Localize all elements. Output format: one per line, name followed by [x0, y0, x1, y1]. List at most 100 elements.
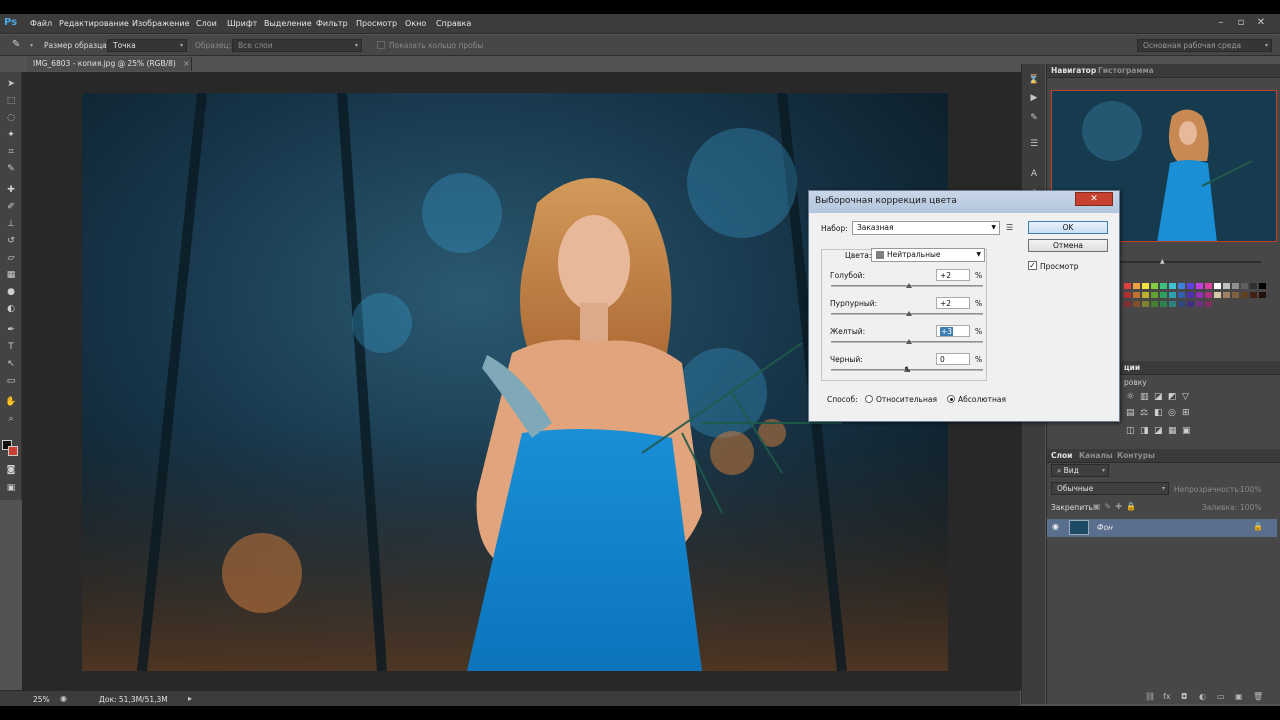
sample-select[interactable]: Все слои ▾ [232, 39, 362, 52]
yellow-value-field[interactable]: +3 [936, 325, 970, 337]
curves-icon[interactable]: ◪ [1154, 392, 1163, 402]
actions-panel-icon[interactable]: ▶ [1027, 92, 1041, 104]
new-group-icon[interactable]: ▭ [1217, 692, 1225, 701]
tab-navigator[interactable]: Навигатор [1051, 66, 1096, 75]
brightness-icon[interactable]: ☼ [1126, 392, 1134, 402]
posterize-icon[interactable]: ◨ [1140, 426, 1149, 436]
tab-histogram[interactable]: Гистограмма [1098, 66, 1154, 75]
document-tab[interactable]: IMG_6803 - копия.jpg @ 25% (RGB/8) × [27, 57, 192, 71]
magenta-thumb[interactable] [905, 311, 912, 316]
gradient-tool-icon[interactable]: ▦ [4, 269, 18, 281]
new-fill-icon[interactable]: ◐ [1199, 692, 1206, 701]
cyan-value-field[interactable]: +2 [936, 269, 970, 281]
quick-mask-icon[interactable]: ◙ [4, 464, 18, 476]
menu-file[interactable]: Файл [30, 19, 52, 28]
menu-select[interactable]: Выделение [264, 19, 312, 28]
sample-size-select[interactable]: Точка ▾ [107, 39, 187, 52]
menu-view[interactable]: Просмотр [356, 19, 397, 28]
eraser-tool-icon[interactable]: ▱ [4, 252, 18, 264]
character-panel-icon[interactable]: A [1027, 168, 1041, 180]
healing-brush-icon[interactable]: ✚ [4, 184, 18, 196]
close-window-icon[interactable]: ✕ [1254, 17, 1268, 29]
tab-layers[interactable]: Слои [1051, 451, 1072, 460]
preset-select[interactable]: Заказная ▼ [852, 221, 1000, 235]
shape-tool-icon[interactable]: ▭ [4, 375, 18, 387]
clone-stamp-icon[interactable]: ⊥ [4, 218, 18, 230]
menu-type[interactable]: Шрифт [227, 19, 257, 28]
tab-channels[interactable]: Каналы [1079, 451, 1113, 460]
preview-checkbox[interactable]: ✓ [1028, 261, 1037, 270]
relative-radio[interactable] [865, 395, 873, 403]
quick-select-tool-icon[interactable]: ✦ [4, 129, 18, 141]
eyedropper-tool-icon[interactable]: ✎ [4, 163, 18, 175]
background-color-swatch[interactable] [8, 446, 18, 456]
blur-tool-icon[interactable]: ● [4, 286, 18, 298]
cyan-thumb[interactable] [905, 283, 912, 288]
delete-layer-icon[interactable]: 🗑 [1253, 692, 1263, 701]
invert-icon[interactable]: ◫ [1126, 426, 1135, 436]
exposure-icon[interactable]: ◩ [1168, 392, 1177, 402]
crop-tool-icon[interactable]: ⌗ [4, 146, 18, 158]
black-value-field[interactable]: 0 [936, 353, 970, 365]
marquee-tool-icon[interactable]: ⬚ [4, 95, 18, 107]
zoom-tool-icon[interactable]: ⌕ [4, 413, 18, 425]
maximize-icon[interactable]: ▫ [1234, 17, 1248, 29]
cancel-button[interactable]: Отмена [1028, 239, 1108, 252]
swatches-grid[interactable] [1124, 283, 1274, 313]
menu-layers[interactable]: Слои [196, 19, 217, 28]
threshold-icon[interactable]: ◪ [1154, 426, 1163, 436]
type-tool-icon[interactable]: T [4, 341, 18, 353]
add-mask-icon[interactable]: ◘ [1181, 692, 1187, 701]
history-brush-icon[interactable]: ↺ [4, 235, 18, 247]
zoom-thumb-icon[interactable]: ▲ [1160, 258, 1165, 265]
show-ring-checkbox[interactable] [377, 41, 385, 49]
lasso-tool-icon[interactable]: ◌ [4, 112, 18, 124]
history-panel-icon[interactable]: ⌛ [1027, 74, 1041, 86]
layer-name[interactable]: Фон [1097, 523, 1113, 532]
color-balance-icon[interactable]: ⚖ [1140, 408, 1148, 418]
hue-icon[interactable]: ▤ [1126, 408, 1135, 418]
preset-options-icon[interactable]: ☰ [1006, 223, 1013, 232]
layer-row-background[interactable]: ◉ Фон 🔒 [1047, 519, 1277, 537]
brush-tool-icon[interactable]: ✐ [4, 201, 18, 213]
menu-window[interactable]: Окно [405, 19, 426, 28]
status-menu-icon[interactable]: ◉ [60, 694, 67, 703]
link-layers-icon[interactable]: ⛓ [1145, 692, 1155, 701]
colors-select[interactable]: Нейтральные ▼ [871, 248, 985, 262]
dialog-close-button[interactable]: ✕ [1075, 192, 1113, 206]
menu-edit[interactable]: Редактирование [59, 19, 129, 28]
close-tab-icon[interactable]: × [183, 59, 189, 68]
bw-icon[interactable]: ◧ [1154, 408, 1163, 418]
tab-paths[interactable]: Контуры [1117, 451, 1155, 460]
opacity-value[interactable]: 100% [1240, 485, 1261, 494]
tool-preset-chevron-icon[interactable]: ▾ [30, 42, 33, 49]
workspace-select[interactable]: Основная рабочая среда ▾ [1137, 39, 1272, 52]
hand-tool-icon[interactable]: ✋ [4, 396, 18, 408]
adjustments-tab-label[interactable]: ции [1124, 363, 1140, 372]
fill-value[interactable]: 100% [1240, 503, 1261, 512]
dodge-tool-icon[interactable]: ◐ [4, 303, 18, 315]
minimize-icon[interactable]: – [1214, 17, 1228, 29]
lock-icons[interactable]: ▣✎✚🔒 [1093, 502, 1140, 511]
channel-mixer-icon[interactable]: ⊞ [1182, 408, 1190, 418]
path-select-tool-icon[interactable]: ↖ [4, 358, 18, 370]
ok-button[interactable]: OK [1028, 221, 1108, 234]
pen-tool-icon[interactable]: ✒ [4, 324, 18, 336]
dialog-title-bar[interactable]: Выборочная коррекция цвета [809, 191, 1119, 213]
new-layer-icon[interactable]: ▣ [1235, 692, 1243, 701]
layer-filter-select[interactable]: ⌕ Вид ▾ [1051, 464, 1109, 477]
eyedropper-tool-icon[interactable]: ✎ [12, 39, 20, 50]
status-arrow-icon[interactable]: ▸ [188, 694, 192, 703]
menu-help[interactable]: Справка [436, 19, 471, 28]
gradient-map-icon[interactable]: ▣ [1182, 426, 1191, 436]
absolute-radio[interactable] [947, 395, 955, 403]
move-tool-icon[interactable]: ➤ [4, 78, 18, 90]
visibility-eye-icon[interactable]: ◉ [1052, 522, 1059, 531]
fx-icon[interactable]: fx [1163, 692, 1171, 701]
levels-icon[interactable]: ▥ [1140, 392, 1149, 402]
selective-color-icon[interactable]: ▦ [1168, 426, 1177, 436]
photo-filter-icon[interactable]: ◎ [1168, 408, 1176, 418]
menu-image[interactable]: Изображение [132, 19, 190, 28]
blend-mode-select[interactable]: Обычные ▾ [1051, 482, 1169, 495]
magenta-value-field[interactable]: +2 [936, 297, 970, 309]
